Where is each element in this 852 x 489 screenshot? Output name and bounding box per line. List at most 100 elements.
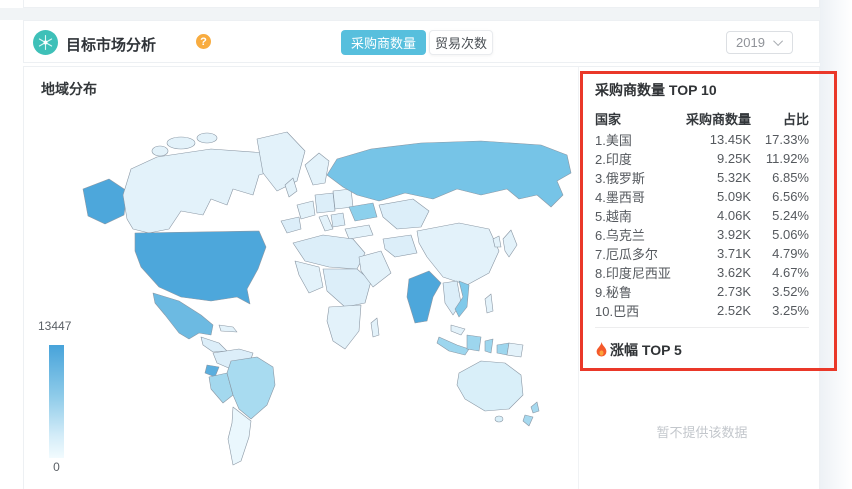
table-row: 4.墨西哥 5.09K 6.56% (595, 187, 809, 206)
flame-icon (596, 342, 607, 357)
row-country: 9.秘鲁 (595, 285, 632, 300)
year-dropdown[interactable]: 2019 (726, 31, 793, 54)
row-country: 4.墨西哥 (595, 190, 645, 205)
map-region-west-africa[interactable] (294, 260, 324, 294)
legend-max-label: 13447 (38, 319, 72, 333)
main-panel: 地域分布 13447 0 采购商数量 TOP 10 国家 采购商数量 占比 1.… (23, 66, 820, 489)
map-country-usa[interactable] (134, 230, 267, 305)
map-country-india[interactable] (406, 270, 442, 324)
map-section-title: 地域分布 (41, 81, 97, 97)
row-country: 2.印度 (595, 152, 632, 167)
map-country-new-zealand[interactable] (530, 401, 540, 414)
previous-panel-edge (23, 0, 820, 8)
map-country-cuba[interactable] (218, 324, 238, 333)
map-arctic-islands (166, 136, 196, 150)
row-value: 3.71K (717, 246, 751, 261)
map-country-canada[interactable] (122, 148, 274, 234)
tab-trade-count[interactable]: 贸易次数 (429, 30, 493, 55)
tab-buyer-count[interactable]: 采购商数量 (341, 30, 426, 55)
row-country: 3.俄罗斯 (595, 171, 645, 186)
row-value: 4.06K (717, 208, 751, 223)
map-country-papua-new-guinea[interactable] (506, 342, 524, 358)
page-edge-shade (820, 0, 852, 489)
map-region-central-europe[interactable] (314, 192, 336, 214)
map-region-iberia[interactable] (280, 216, 302, 234)
map-country-kazakhstan[interactable] (378, 198, 430, 230)
map-arctic-islands (196, 132, 218, 144)
map-region-scandinavia[interactable] (304, 152, 330, 186)
table-row: 6.乌克兰 3.92K 5.06% (595, 225, 809, 244)
table-row: 7.厄瓜多尔 3.71K 4.79% (595, 244, 809, 263)
row-country: 6.乌克兰 (595, 228, 645, 243)
top10-rows: 1.美国 13.45K 17.33% 2.印度 9.25K 11.92% 3.俄… (595, 130, 809, 320)
row-share: 5.24% (772, 208, 809, 223)
row-share: 3.25% (772, 303, 809, 318)
row-share: 3.52% (772, 284, 809, 299)
map-country-indonesia[interactable] (484, 338, 494, 354)
map-country-russia[interactable] (326, 140, 572, 208)
row-share: 6.85% (772, 170, 809, 185)
growth-section-title: 涨幅 TOP 5 (595, 340, 809, 360)
panel-gap (0, 8, 852, 20)
table-row: 3.俄罗斯 5.32K 6.85% (595, 168, 809, 187)
map-region-balkans[interactable] (330, 212, 346, 228)
col-share: 占比 (782, 112, 809, 127)
row-value: 3.62K (717, 265, 751, 280)
col-country: 国家 (595, 112, 622, 127)
top10-table-header: 国家 采购商数量 占比 (595, 110, 809, 127)
map-region-malaysia[interactable] (450, 324, 466, 336)
row-value: 3.92K (717, 227, 751, 242)
table-row: 5.越南 4.06K 5.24% (595, 206, 809, 225)
row-country: 5.越南 (595, 209, 632, 224)
row-value: 5.32K (717, 170, 751, 185)
map-region-eastern-europe[interactable] (332, 188, 354, 210)
row-country: 1.美国 (595, 133, 632, 148)
map-region-central-america[interactable] (200, 336, 228, 353)
row-value: 5.09K (717, 189, 751, 204)
row-value: 2.73K (717, 284, 751, 299)
map-country-indonesia[interactable] (436, 336, 470, 356)
map-region-southern-africa[interactable] (326, 304, 362, 350)
help-icon[interactable]: ? (196, 34, 211, 49)
row-country: 7.厄瓜多尔 (595, 247, 658, 262)
empty-state-text: 暂不提供该数据 (656, 425, 748, 440)
map-region-iran[interactable] (382, 234, 418, 258)
row-share: 4.79% (772, 246, 809, 261)
top10-panel: 采购商数量 TOP 10 国家 采购商数量 占比 1.美国 13.45K 17.… (579, 67, 821, 489)
table-row: 9.秘鲁 2.73K 3.52% (595, 282, 809, 301)
year-dropdown-value: 2019 (736, 35, 765, 50)
map-country-madagascar[interactable] (370, 317, 380, 338)
world-map (82, 131, 572, 466)
map-country-new-zealand[interactable] (522, 414, 534, 427)
map-country-italy[interactable] (318, 214, 334, 232)
table-row: 10.巴西 2.52K 3.25% (595, 301, 809, 320)
row-share: 11.92% (765, 151, 809, 166)
row-share: 17.33% (764, 132, 809, 147)
row-country: 8.印度尼西亚 (595, 266, 671, 281)
map-country-philippines[interactable] (484, 293, 494, 314)
map-country-indonesia[interactable] (466, 334, 482, 352)
growth-title-label: 涨幅 TOP 5 (610, 342, 682, 358)
map-country-greenland[interactable] (256, 131, 306, 192)
row-value: 9.25K (717, 151, 751, 166)
map-country-ukraine[interactable] (348, 202, 378, 222)
chevron-down-icon (773, 36, 784, 47)
table-row: 8.印度尼西亚 3.62K 4.67% (595, 263, 809, 282)
row-value: 2.52K (717, 303, 751, 318)
row-share: 4.67% (772, 265, 809, 280)
row-share: 5.06% (772, 227, 809, 242)
map-country-turkey[interactable] (344, 224, 374, 240)
row-share: 6.56% (772, 189, 809, 204)
table-row: 2.印度 9.25K 11.92% (595, 149, 809, 168)
legend-gradient-bar (49, 345, 64, 458)
map-country-alaska[interactable] (82, 178, 128, 225)
module-icon (33, 30, 58, 55)
map-country-japan[interactable] (502, 229, 518, 258)
table-row: 1.美国 13.45K 17.33% (595, 130, 809, 149)
map-country-australia[interactable] (456, 360, 524, 412)
header-panel: 目标市场分析 ? 采购商数量 贸易次数 2019 (23, 20, 820, 63)
top10-title: 采购商数量 TOP 10 (595, 82, 717, 98)
map-region-tasmania[interactable] (494, 415, 504, 423)
row-country: 10.巴西 (595, 304, 640, 319)
map-country-france[interactable] (296, 200, 316, 220)
